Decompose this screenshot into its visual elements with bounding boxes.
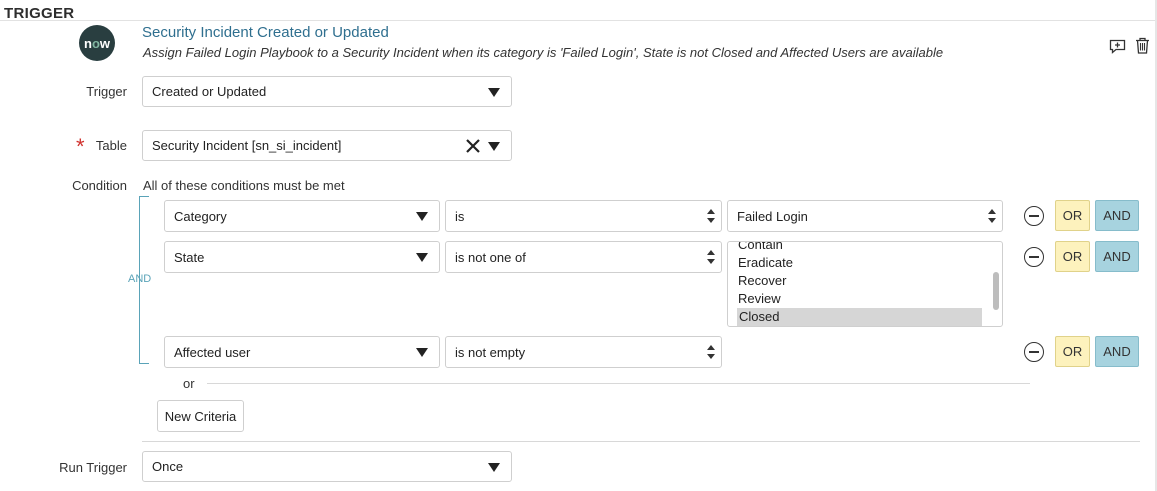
- trigger-title[interactable]: Security Incident Created or Updated: [142, 24, 389, 41]
- chevron-down-icon: [488, 462, 500, 472]
- and-button[interactable]: AND: [1095, 336, 1139, 367]
- chevron-down-icon: [416, 212, 428, 221]
- required-icon: *: [76, 134, 85, 159]
- and-button[interactable]: AND: [1095, 241, 1139, 272]
- condition-operator-select[interactable]: is not empty: [445, 336, 722, 368]
- table-label: Table: [95, 138, 127, 153]
- list-option[interactable]: Eradicate: [738, 254, 793, 272]
- clear-icon[interactable]: [465, 138, 481, 154]
- updown-arrows-icon: [707, 209, 715, 223]
- condition-value: Failed Login: [737, 208, 808, 224]
- trash-icon[interactable]: [1132, 35, 1152, 55]
- group-operator-label: AND: [128, 273, 152, 285]
- trigger-label: Trigger: [86, 84, 127, 99]
- table-select[interactable]: Security Incident [sn_si_incident]: [142, 130, 512, 161]
- or-separator-line: [207, 383, 1030, 384]
- trigger-select-value: Created or Updated: [152, 84, 267, 99]
- operator-value: is: [455, 208, 465, 224]
- list-option[interactable]: Contain: [738, 242, 783, 254]
- field-value: Category: [174, 208, 227, 224]
- condition-field-select[interactable]: Affected user: [164, 336, 440, 368]
- state-options-listbox[interactable]: Contain Eradicate Recover Review Closed: [727, 241, 1003, 327]
- divider: [142, 441, 1140, 442]
- or-button[interactable]: OR: [1055, 241, 1090, 272]
- run-trigger-label: Run Trigger: [59, 460, 127, 475]
- updown-arrows-icon: [707, 250, 715, 264]
- list-option-selected[interactable]: Closed: [737, 308, 982, 326]
- updown-arrows-icon: [707, 345, 715, 359]
- list-option[interactable]: Recover: [738, 272, 786, 290]
- remove-condition-icon[interactable]: [1024, 206, 1044, 226]
- chevron-down-icon: [416, 348, 428, 357]
- chevron-down-icon: [416, 253, 428, 262]
- operator-value: is not empty: [455, 344, 526, 360]
- and-button[interactable]: AND: [1095, 200, 1139, 231]
- remove-condition-icon[interactable]: [1024, 342, 1044, 362]
- condition-summary: All of these conditions must be met: [143, 178, 345, 193]
- run-trigger-select[interactable]: Once: [142, 451, 512, 482]
- field-value: Affected user: [174, 344, 251, 360]
- or-button[interactable]: OR: [1055, 200, 1090, 231]
- condition-field-select[interactable]: State: [164, 241, 440, 273]
- condition-operator-select[interactable]: is: [445, 200, 722, 232]
- or-button[interactable]: OR: [1055, 336, 1090, 367]
- trigger-description: Assign Failed Login Playbook to a Securi…: [143, 45, 944, 60]
- chevron-down-icon: [488, 87, 500, 97]
- operator-value: is not one of: [455, 249, 526, 265]
- list-option[interactable]: Review: [738, 290, 781, 308]
- updown-arrows-icon: [988, 209, 996, 223]
- add-comment-icon[interactable]: [1107, 36, 1127, 56]
- scrollbar-thumb[interactable]: [993, 272, 999, 310]
- remove-condition-icon[interactable]: [1024, 247, 1044, 267]
- condition-value-select[interactable]: Failed Login: [727, 200, 1003, 232]
- condition-field-select[interactable]: Category: [164, 200, 440, 232]
- top-divider: [0, 20, 1157, 21]
- condition-operator-select[interactable]: is not one of: [445, 241, 722, 273]
- field-value: State: [174, 249, 205, 265]
- condition-label: Condition: [72, 178, 127, 193]
- or-separator-label: or: [183, 376, 195, 391]
- now-logo: now: [79, 25, 115, 61]
- run-trigger-value: Once: [152, 459, 184, 474]
- table-select-value: Security Incident [sn_si_incident]: [152, 138, 342, 153]
- trigger-select[interactable]: Created or Updated: [142, 76, 512, 107]
- new-criteria-button[interactable]: New Criteria: [157, 400, 244, 432]
- chevron-down-icon: [488, 141, 500, 151]
